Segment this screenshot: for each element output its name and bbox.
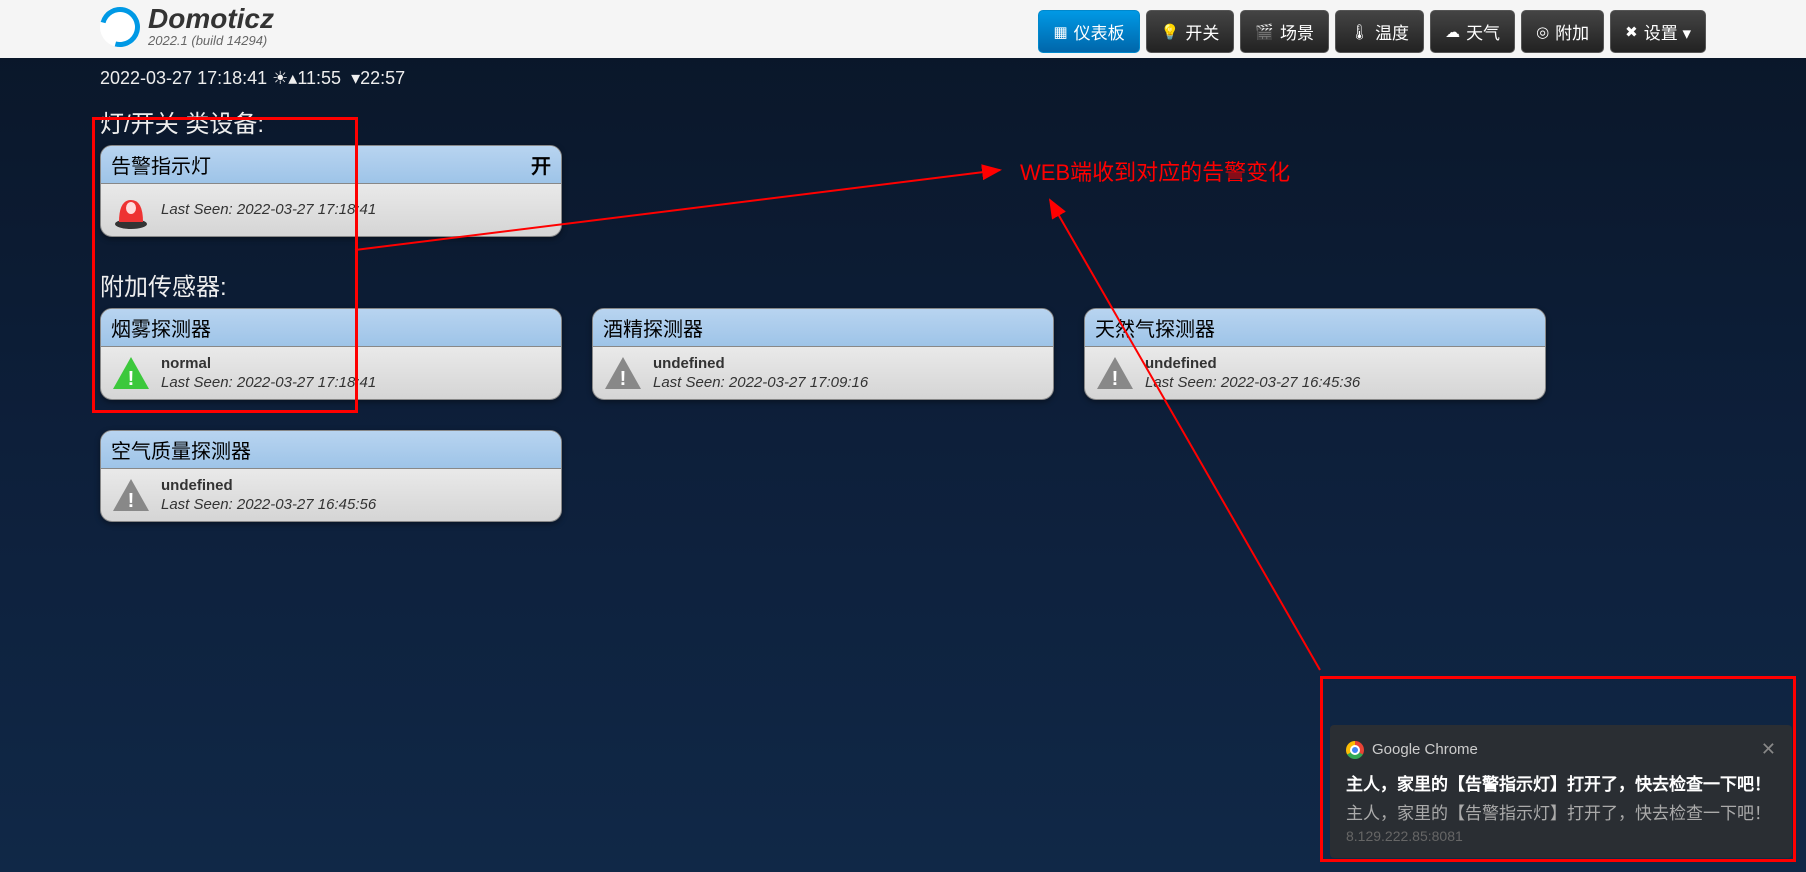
main-navbar: ▦ 仪表板 💡 开关 🎬 场景 🌡 温度 ☁ 天气 ◎ 附加	[1038, 10, 1706, 53]
annotation-text: WEB端收到对应的告警变化	[1020, 155, 1290, 187]
lastseen-value: 2022-03-27 17:09:16	[729, 374, 868, 391]
widget-smoke-detector[interactable]: 烟雾探测器 ! normal Last Seen: 2022-03-27 17:…	[100, 308, 562, 400]
widget-alarm-light[interactable]: 告警指示灯 开 Last Seen: 2022-03-27 17:18:41	[100, 145, 562, 237]
thermometer-icon: 🌡	[1350, 23, 1369, 41]
lastseen-label: Last Seen:	[161, 374, 233, 391]
lastseen-label: Last Seen:	[653, 374, 725, 391]
lastseen-label: Last Seen:	[161, 201, 233, 218]
widget-gas-detector[interactable]: 天然气探测器 ! undefined Last Seen: 2022-03-27…	[1084, 308, 1546, 400]
alert-triangle-grey-icon[interactable]: !	[603, 353, 643, 393]
widget-title: 告警指示灯	[111, 150, 211, 179]
widget-status: normal	[161, 354, 376, 374]
notification-title: 主人，家里的【告警指示灯】打开了，快去检查一下吧！	[1346, 770, 1776, 795]
nav-weather[interactable]: ☁ 天气	[1430, 10, 1515, 53]
widget-title: 天然气探测器	[1095, 313, 1215, 342]
chrome-icon	[1346, 741, 1364, 759]
siren-icon[interactable]	[111, 190, 151, 230]
tools-icon: ✖	[1625, 23, 1638, 41]
lastseen-value: 2022-03-27 16:45:56	[237, 496, 376, 513]
notification-source: 8.129.222.85:8081	[1346, 828, 1776, 844]
nav-utility[interactable]: ◎ 附加	[1521, 10, 1604, 53]
nav-label: 仪表板	[1074, 19, 1125, 44]
nav-scenes[interactable]: 🎬 场景	[1240, 10, 1329, 53]
lastseen-value: 2022-03-27 16:45:36	[1221, 374, 1360, 391]
widget-title: 空气质量探测器	[111, 435, 251, 464]
nav-dashboard[interactable]: ▦ 仪表板	[1038, 10, 1139, 53]
nav-label: 温度	[1375, 19, 1409, 44]
lightbulb-icon: 💡	[1161, 23, 1180, 41]
nav-settings[interactable]: ✖ 设置 ▾	[1610, 10, 1706, 53]
widget-state: 开	[531, 150, 551, 179]
nav-label: 开关	[1185, 19, 1219, 44]
widget-title: 酒精探测器	[603, 313, 703, 342]
alert-triangle-grey-icon[interactable]: !	[1095, 353, 1135, 393]
nav-label: 天气	[1466, 19, 1500, 44]
notification-close-icon[interactable]: ✕	[1761, 739, 1776, 760]
svg-text:!: !	[1112, 368, 1119, 390]
widget-status: undefined	[1145, 354, 1360, 374]
lastseen-value: 2022-03-27 17:18:41	[237, 201, 376, 218]
lastseen-label: Last Seen:	[161, 496, 233, 513]
app-version: 2022.1 (build 14294)	[148, 33, 274, 48]
svg-text:!: !	[128, 368, 135, 390]
gauge-icon: ◎	[1536, 23, 1549, 41]
nav-label: 设置 ▾	[1644, 19, 1691, 44]
dashboard-icon: ▦	[1053, 23, 1067, 41]
scene-icon: 🎬	[1255, 23, 1274, 41]
svg-text:!: !	[620, 368, 627, 390]
lastseen-label: Last Seen:	[1145, 374, 1217, 391]
svg-text:!: !	[128, 490, 135, 512]
sunrise-info: 2022-03-27 17:18:41 ☀▴11:55 ▾22:57	[0, 58, 1806, 104]
widget-title: 烟雾探测器	[111, 313, 211, 342]
lastseen-value: 2022-03-27 17:18:41	[237, 374, 376, 391]
widget-alcohol-detector[interactable]: 酒精探测器 ! undefined Last Seen: 2022-03-27 …	[592, 308, 1054, 400]
app-name: Domoticz	[148, 5, 274, 33]
widget-air-quality-detector[interactable]: 空气质量探测器 ! undefined Last Seen: 2022-03-2…	[100, 430, 562, 522]
section-sensors-title: 附加传感器:	[100, 267, 1706, 302]
nav-label: 场景	[1280, 19, 1314, 44]
alert-triangle-green-icon[interactable]: !	[111, 353, 151, 393]
widget-status: undefined	[161, 476, 376, 496]
section-switches-title: 灯/开关 类设备:	[100, 104, 1706, 139]
chrome-notification[interactable]: Google Chrome ✕ 主人，家里的【告警指示灯】打开了，快去检查一下吧…	[1330, 725, 1792, 858]
cloud-icon: ☁	[1445, 23, 1460, 41]
nav-switches[interactable]: 💡 开关	[1146, 10, 1235, 53]
nav-temperature[interactable]: 🌡 温度	[1335, 10, 1424, 53]
nav-label: 附加	[1555, 19, 1589, 44]
notification-body: 主人，家里的【告警指示灯】打开了，快去检查一下吧！	[1346, 799, 1776, 824]
notification-app-name: Google Chrome	[1372, 741, 1478, 758]
alert-triangle-grey-icon[interactable]: !	[111, 475, 151, 515]
app-logo-block[interactable]: Domoticz 2022.1 (build 14294)	[100, 5, 274, 48]
app-logo-icon	[100, 7, 140, 47]
widget-status: undefined	[653, 354, 868, 374]
